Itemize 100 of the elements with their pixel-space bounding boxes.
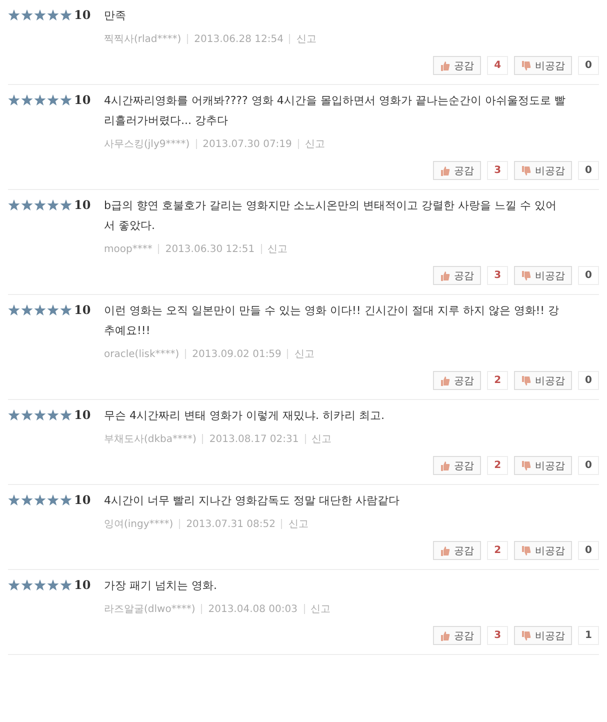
author-name: 라즈알굴(dlwo****) <box>104 603 196 616</box>
review-date: 2013.08.17 02:31 <box>209 434 299 444</box>
like-count: 4 <box>487 56 508 75</box>
star-icon <box>34 94 46 106</box>
like-button[interactable]: 공감 <box>433 56 482 75</box>
review-text: 4시간이 너무 빨리 지나간 영화감독도 정말 대단한 사람같다 <box>104 493 400 509</box>
thumbs-down-icon <box>521 460 532 470</box>
dislike-button[interactable]: 비공감 <box>514 56 572 75</box>
thumbs-up-icon <box>440 460 450 470</box>
like-count: 2 <box>487 456 508 475</box>
star-icon <box>60 304 72 316</box>
star-icon <box>21 304 33 316</box>
author-name: oracle(lisk****) <box>104 348 180 360</box>
star-icon <box>47 304 59 316</box>
review-text: 만족 <box>104 8 127 24</box>
star-icon <box>47 579 59 591</box>
rating-score: 10 <box>74 197 92 212</box>
dislike-button[interactable]: 비공감 <box>514 266 572 285</box>
star-icon <box>60 9 72 21</box>
star-icon <box>21 199 33 211</box>
dislike-button[interactable]: 비공감 <box>514 541 572 560</box>
like-button[interactable]: 공감 <box>433 371 482 390</box>
thumbs-down-icon <box>521 270 532 280</box>
review-date: 2013.07.30 07:19 <box>202 138 292 150</box>
star-icon <box>60 199 72 211</box>
review-text: 4시간짜리영화를 어캐봐???? 영화 4시간을 몰입하면서 영화가 끝나는순간이 아쉬울정도로 빨리흘러가버렸다... 강추다 <box>104 93 566 129</box>
rating-score: 10 <box>74 492 92 507</box>
star-icon <box>47 494 59 506</box>
review-text: 이런 영화는 오직 일본만이 만들 수 있는 영화 이다!! 긴시간이 절대 지루 하지 않은 영화!! 강추예요!!! <box>104 303 560 339</box>
thumbs-up-icon <box>440 546 450 556</box>
like-button[interactable]: 공감 <box>433 161 482 180</box>
author-name: moop**** <box>104 244 152 254</box>
star-icon <box>34 494 46 506</box>
star-icon <box>8 579 20 591</box>
like-count: 3 <box>487 161 508 180</box>
dislike-count: 0 <box>578 541 599 560</box>
star-icon <box>34 409 46 421</box>
like-count: 3 <box>487 266 508 285</box>
like-count: 2 <box>487 541 508 560</box>
author-name: 부채도사(dkba****) <box>104 433 196 446</box>
star-icon <box>47 94 59 106</box>
review-text: 무슨 4시간짜리 변태 영화가 이렇게 재밌냐. 히카리 최고. <box>104 408 386 424</box>
thumbs-up-icon <box>440 270 450 280</box>
star-icon <box>8 494 20 506</box>
rating-score: 10 <box>74 302 92 317</box>
rating-score: 10 <box>74 92 92 107</box>
thumbs-down-icon <box>521 376 532 386</box>
thumbs-up-icon <box>440 60 450 70</box>
dislike-count: 0 <box>578 456 599 475</box>
dislike-button[interactable]: 비공감 <box>514 456 572 475</box>
dislike-count: 0 <box>578 161 599 180</box>
star-icon <box>34 9 46 21</box>
review-date: 2013.04.08 00:03 <box>208 604 298 614</box>
rating-score: 10 <box>74 407 92 422</box>
star-icon <box>21 94 33 106</box>
thumbs-up-icon <box>440 166 450 176</box>
star-icon <box>8 94 20 106</box>
rating-score: 10 <box>74 577 92 592</box>
review-date: 2013.07.31 08:52 <box>186 518 276 530</box>
star-icon <box>60 409 72 421</box>
star-icon <box>60 94 72 106</box>
thumbs-down-icon <box>521 546 532 556</box>
star-icon <box>47 9 59 21</box>
like-button[interactable]: 공감 <box>433 266 482 285</box>
like-button[interactable]: 공감 <box>433 456 482 475</box>
dislike-count: 1 <box>578 626 599 645</box>
thumbs-down-icon <box>521 60 532 70</box>
thumbs-down-icon <box>521 166 532 176</box>
star-icon <box>21 9 33 21</box>
star-icon <box>47 199 59 211</box>
dislike-button[interactable]: 비공감 <box>514 371 572 390</box>
like-button[interactable]: 공감 <box>433 541 482 560</box>
like-count: 2 <box>487 371 508 390</box>
review-date: 2013.06.28 12:54 <box>194 34 284 44</box>
star-icon <box>34 304 46 316</box>
star-icon <box>8 409 20 421</box>
star-icon <box>21 579 33 591</box>
like-button[interactable]: 공감 <box>433 626 482 645</box>
author-name: 찍찍사(rlad****) <box>104 33 182 46</box>
author-name: 사무스킹(jly9****) <box>104 138 190 151</box>
review-text: b급의 향연 호불호가 갈리는 영화지만 소노시온만의 변태적이고 강렬한 사랑을 느낄 수 있어서 좋았다. <box>104 198 558 234</box>
star-icon <box>34 579 46 591</box>
star-icon <box>8 199 20 211</box>
review-date: 2013.09.02 01:59 <box>192 348 282 360</box>
thumbs-up-icon <box>440 630 450 640</box>
star-icon <box>8 9 20 21</box>
star-icon <box>34 199 46 211</box>
dislike-count: 0 <box>578 371 599 390</box>
dislike-count: 0 <box>578 56 599 75</box>
dislike-button[interactable]: 비공감 <box>514 626 572 645</box>
star-icon <box>47 409 59 421</box>
thumbs-down-icon <box>521 630 532 640</box>
star-icon <box>21 494 33 506</box>
author-name: 잉여(ingy****) <box>104 518 174 531</box>
review-text: 가장 패기 넘치는 영화. <box>104 578 218 594</box>
review-date: 2013.06.30 12:51 <box>165 244 255 254</box>
like-count: 3 <box>487 626 508 645</box>
thumbs-up-icon <box>440 376 450 386</box>
star-icon <box>60 494 72 506</box>
dislike-button[interactable]: 비공감 <box>514 161 572 180</box>
